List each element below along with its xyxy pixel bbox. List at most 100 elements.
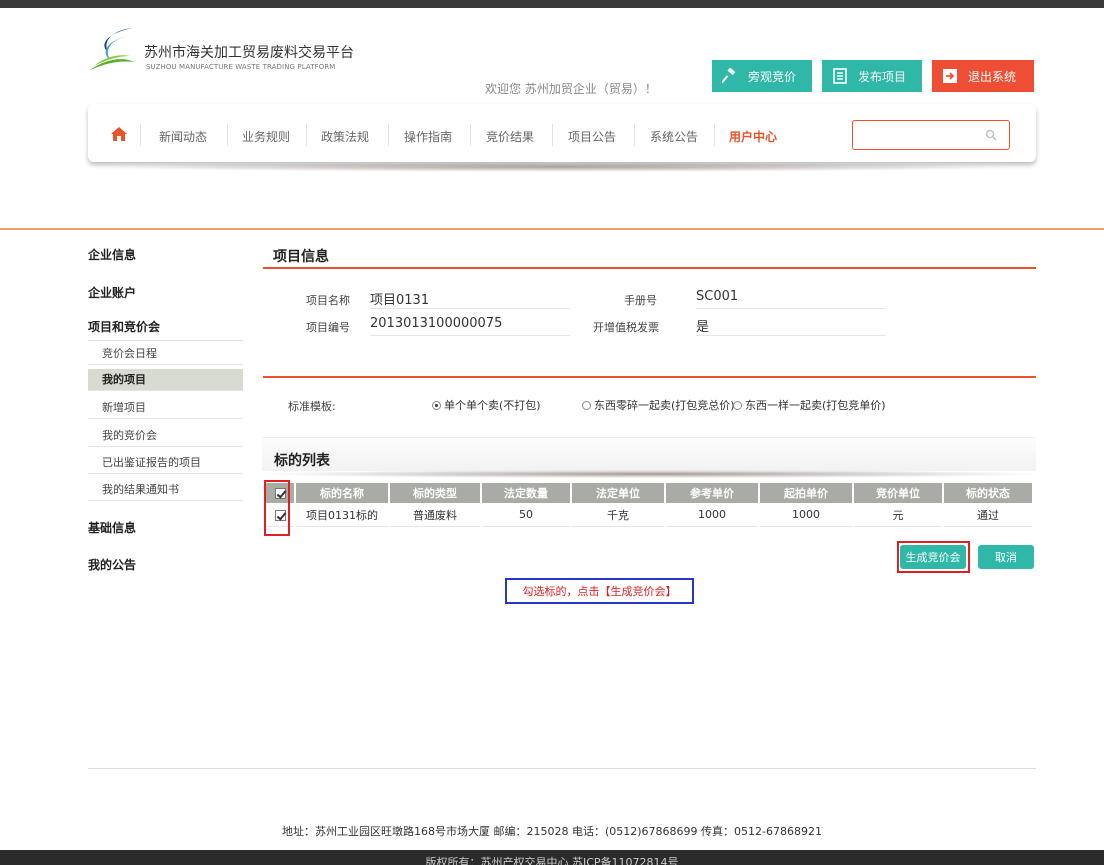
logout-label: 退出系统 — [968, 69, 1017, 84]
sidebar-item-my-auctions[interactable]: 我的竞价会 — [88, 425, 243, 447]
cell-lot-type: 普通废料 — [390, 503, 480, 527]
nav-separator — [306, 124, 307, 146]
section-divider — [263, 376, 1036, 378]
project-code-label: 项目编号 — [306, 321, 350, 334]
cancel-button[interactable]: 取消 — [978, 545, 1034, 569]
sidebar-my-notice[interactable]: 我的公告 — [88, 556, 136, 573]
vat-invoice-value: 是 — [696, 316, 886, 336]
top-dark-strip — [0, 0, 1104, 8]
lot-list-shadow — [266, 470, 1034, 478]
lot-table-header-row: 标的名称 标的类型 法定数量 法定单位 参考单价 起拍单价 竞价单位 标的状态 — [266, 483, 1032, 503]
site-title-en: SUZHOU MANUFACTURE WASTE TRADING PLATFOR… — [146, 63, 336, 71]
lot-list-title: 标的列表 — [274, 453, 330, 469]
logout-button[interactable]: 退出系统 — [932, 60, 1034, 92]
col-lot-name: 标的名称 — [296, 483, 388, 503]
nav-news[interactable]: 新闻动态 — [159, 128, 207, 145]
site-title-cn: 苏州市海关加工贸易废料交易平台 — [144, 45, 354, 61]
nav-guide[interactable]: 操作指南 — [404, 128, 452, 145]
manual-number-value: SC001 — [696, 289, 886, 309]
sidebar-company-account[interactable]: 企业账户 — [88, 284, 136, 301]
watch-auction-label: 旁观竞价 — [748, 69, 797, 84]
generate-button-highlight — [897, 541, 970, 573]
main-nav: 新闻动态 业务规则 政策法规 操作指南 竞价结果 项目公告 系统公告 用户中心 — [88, 104, 1036, 162]
col-reference-price: 参考单价 — [666, 483, 758, 503]
col-lot-type: 标的类型 — [390, 483, 480, 503]
publish-project-button[interactable]: 发布项目 — [822, 60, 922, 92]
sidebar-item-my-projects[interactable]: 我的项目 — [88, 369, 243, 391]
lot-list-header — [262, 437, 1036, 471]
sidebar-item-auction-schedule[interactable]: 竞价会日程 — [88, 343, 243, 365]
nav-separator — [552, 124, 553, 146]
nav-rules[interactable]: 业务规则 — [242, 128, 290, 145]
sidebar-basic-info[interactable]: 基础信息 — [88, 519, 136, 536]
home-icon[interactable] — [110, 126, 128, 145]
nav-separator — [227, 124, 228, 146]
project-info-underline — [263, 267, 1036, 269]
col-legal-unit: 法定单位 — [572, 483, 664, 503]
template-option-bundle-unit[interactable]: 东西一样一起卖(打包竞单价) — [733, 397, 886, 413]
nav-system-notice[interactable]: 系统公告 — [650, 128, 698, 145]
radio-bundle-unit[interactable] — [733, 400, 742, 410]
footer-copyright: 版权所有：苏州产权交易中心 苏ICP备11072814号 — [425, 856, 679, 865]
project-code-value: 2013013100000075 — [370, 316, 570, 336]
template-option-single-label: 单个单个卖(不打包) — [444, 399, 541, 412]
welcome-text: 欢迎您 苏州加贸企业（贸易）！ — [485, 82, 657, 96]
publish-project-label: 发布项目 — [858, 69, 907, 84]
col-legal-quantity: 法定数量 — [482, 483, 570, 503]
nav-results[interactable]: 竞价结果 — [486, 128, 534, 145]
col-starting-price: 起拍单价 — [760, 483, 852, 503]
nav-separator — [714, 124, 715, 146]
template-option-bundle-total[interactable]: 东西零碎一起卖(打包竞总价) — [582, 397, 735, 413]
nav-separator — [140, 124, 141, 146]
nav-separator — [470, 124, 471, 146]
cell-legal-quantity: 50 — [482, 503, 570, 527]
col-lot-status: 标的状态 — [944, 483, 1032, 503]
vat-invoice-label: 开增值税发票 — [593, 321, 659, 334]
nav-shadow — [100, 162, 1020, 172]
radio-bundle-total[interactable] — [582, 400, 591, 410]
instruction-hint: 勾选标的，点击【生成竞价会】 — [505, 578, 694, 604]
cell-reference-price: 1000 — [666, 503, 758, 527]
project-name-value: 项目0131 — [370, 289, 570, 309]
sidebar-item-result-notices[interactable]: 我的结果通知书 — [88, 479, 243, 501]
footer-divider — [88, 768, 1036, 769]
banner-divider — [0, 228, 1104, 230]
col-bid-unit: 竞价单位 — [854, 483, 942, 503]
cell-bid-unit: 元 — [854, 503, 942, 527]
search-icon[interactable] — [985, 129, 997, 144]
watch-auction-button[interactable]: 旁观竞价 — [712, 60, 812, 92]
cell-lot-status: 通过 — [944, 503, 1032, 527]
project-info-title: 项目信息 — [273, 249, 329, 265]
template-label: 标准模板: — [288, 400, 336, 413]
search-box — [852, 120, 1010, 150]
template-option-bundle-total-label: 东西零碎一起卖(打包竞总价) — [594, 399, 735, 412]
sidebar-item-certified-projects[interactable]: 已出鉴证报告的项目 — [88, 452, 243, 474]
project-name-label: 项目名称 — [306, 294, 350, 307]
nav-separator — [634, 124, 635, 146]
footer-address: 地址：苏州工业园区旺墩路168号市场大厦 邮编：215028 电话：(0512)… — [282, 825, 822, 838]
nav-user-center[interactable]: 用户中心 — [729, 128, 777, 145]
gavel-icon — [720, 66, 740, 86]
radio-single[interactable] — [432, 400, 441, 410]
cell-legal-unit: 千克 — [572, 503, 664, 527]
nav-policy[interactable]: 政策法规 — [321, 128, 369, 145]
nav-project-notice[interactable]: 项目公告 — [568, 128, 616, 145]
manual-number-label: 手册号 — [624, 294, 657, 307]
footer-copyright-bar: 版权所有：苏州产权交易中心 苏ICP备11072814号 — [0, 850, 1104, 865]
search-input[interactable] — [857, 122, 987, 148]
logo-swoosh-icon — [90, 28, 134, 70]
nav-separator — [388, 124, 389, 146]
sidebar-company-info[interactable]: 企业信息 — [88, 246, 136, 263]
template-option-bundle-unit-label: 东西一样一起卖(打包竞单价) — [745, 399, 886, 412]
sidebar-projects-auctions[interactable]: 项目和竞价会 — [88, 318, 160, 335]
lot-table: 标的名称 标的类型 法定数量 法定单位 参考单价 起拍单价 竞价单位 标的状态 … — [264, 483, 1034, 527]
logout-icon — [940, 66, 960, 86]
site-logo[interactable]: 苏州市海关加工贸易废料交易平台 SUZHOU MANUFACTURE WASTE… — [88, 26, 388, 74]
template-option-single[interactable]: 单个单个卖(不打包) — [432, 397, 541, 413]
table-row[interactable]: 项目0131标的 普通废料 50 千克 1000 1000 元 通过 — [266, 503, 1032, 527]
document-icon — [830, 66, 850, 86]
checkbox-highlight-box — [264, 480, 290, 536]
cell-starting-price: 1000 — [760, 503, 852, 527]
sidebar-item-new-project[interactable]: 新增项目 — [88, 397, 243, 419]
sidebar-divider — [88, 340, 243, 341]
